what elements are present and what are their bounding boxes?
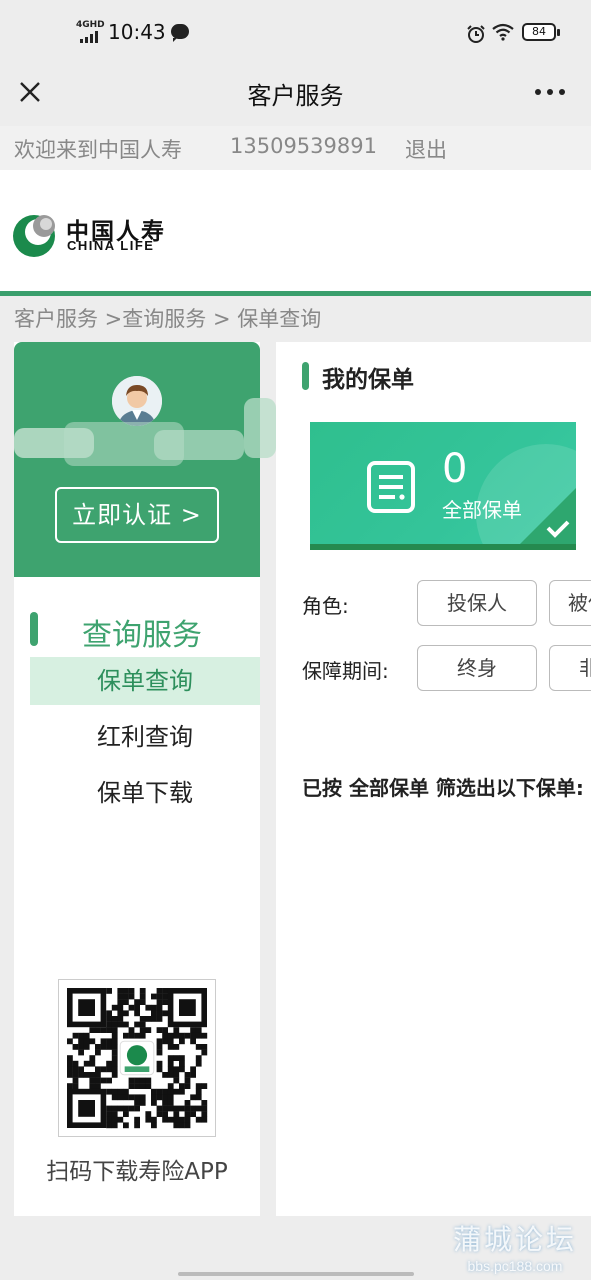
policy-count: 0 xyxy=(442,446,468,492)
welcome-text: 欢迎来到中国人寿 xyxy=(14,138,182,162)
menu-accent-bar xyxy=(30,612,38,646)
role-option-policyholder[interactable]: 投保人 xyxy=(417,580,537,626)
document-icon xyxy=(367,461,415,513)
menu-item-policy-download[interactable]: 保单下载 xyxy=(30,769,260,817)
china-life-logo-icon xyxy=(13,215,55,257)
filter-result-note: 已按 全部保单 筛选出以下保单: xyxy=(302,776,584,800)
sidebar: 立即认证 > 查询服务 保单查询 红利查询 保单下载 扫码下载寿险APP xyxy=(14,342,276,1216)
selected-check-icon xyxy=(520,488,576,544)
network-type: 4GHD xyxy=(76,20,105,30)
logo-header: 中国人寿 CHINA LIFE xyxy=(0,170,591,292)
signal-icon xyxy=(80,31,104,43)
app-download-qr-code[interactable] xyxy=(58,979,216,1137)
watermark-text: 蒲城论坛 xyxy=(452,1223,577,1256)
breadcrumb: 客户服务 >查询服务 > 保单查询 xyxy=(14,307,322,331)
menu-header: 查询服务 xyxy=(14,602,260,658)
message-notification-icon xyxy=(171,24,189,42)
policy-count-label: 全部保单 xyxy=(442,498,522,522)
wifi-icon xyxy=(492,23,514,41)
coverage-option-lifetime[interactable]: 终身 xyxy=(417,645,537,691)
nav-bar: 客户服务 xyxy=(0,62,591,124)
page-title: 客户服务 xyxy=(247,82,344,110)
verify-now-button[interactable]: 立即认证 > xyxy=(55,487,219,543)
menu-title: 查询服务 xyxy=(82,618,202,653)
battery-icon: 84 xyxy=(522,23,560,41)
clock: 10:43 xyxy=(108,20,166,44)
more-options-icon[interactable] xyxy=(530,80,570,104)
profile-card: 立即认证 > xyxy=(14,342,276,577)
home-indicator[interactable] xyxy=(178,1272,414,1276)
section-title: 我的保单 xyxy=(322,367,414,393)
role-option-insured[interactable]: 被保险人 xyxy=(549,580,591,626)
all-policies-card[interactable]: 0 全部保单 xyxy=(310,422,576,550)
watermark-url: bbs.pc188.com xyxy=(467,1258,563,1274)
coverage-period-filter-label: 保障期间: xyxy=(302,659,389,683)
user-phone: 13509539891 xyxy=(230,134,377,158)
status-bar: 4GHD 10:43 84 xyxy=(0,0,591,62)
menu-item-policy-query[interactable]: 保单查询 xyxy=(30,657,260,705)
redacted-username xyxy=(14,398,276,474)
header-divider xyxy=(0,291,591,296)
forum-watermark: 蒲城论坛 bbs.pc188.com xyxy=(440,1218,590,1274)
qr-caption: 扫码下载寿险APP xyxy=(46,1159,228,1185)
coverage-option-non-lifetime[interactable]: 非终身 xyxy=(549,645,591,691)
logo-text-en: CHINA LIFE xyxy=(67,238,155,253)
welcome-bar: 欢迎来到中国人寿 13509539891 退出 xyxy=(0,126,591,170)
menu-item-dividend-query[interactable]: 红利查询 xyxy=(30,713,260,761)
alarm-icon xyxy=(467,25,485,43)
section-accent-bar xyxy=(302,362,309,390)
logout-link[interactable]: 退出 xyxy=(405,134,447,164)
role-filter-label: 角色: xyxy=(302,594,349,618)
main-panel: 我的保单 0 全部保单 角色: 投保人 被保险人 保障期间: 终身 非终身 已按… xyxy=(276,342,591,1216)
qr-code-icon xyxy=(67,988,208,1129)
